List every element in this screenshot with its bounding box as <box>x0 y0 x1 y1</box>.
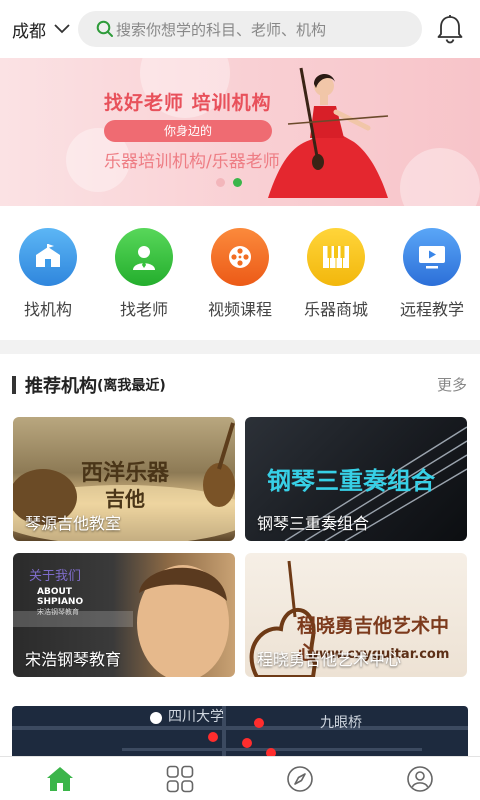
institution-card-guitar[interactable]: 西洋乐器 吉他 琴源吉他教室 <box>13 417 235 541</box>
piano-keys-icon <box>307 228 365 286</box>
banner-dot[interactable] <box>216 178 225 187</box>
promo-banner[interactable]: 找好老师 培训机构 你身边的 乐器培训机构/乐器老师 <box>0 58 480 206</box>
compass-icon <box>287 765 313 792</box>
tab-profile[interactable] <box>360 757 480 800</box>
category-remote-teaching[interactable]: 远程教学 <box>384 228 480 320</box>
banner-pill: 你身边的 <box>104 120 272 142</box>
profile-icon <box>407 765 433 792</box>
category-label: 找老师 <box>119 300 168 319</box>
bell-icon[interactable] <box>436 14 464 44</box>
map-pin-icon <box>150 712 162 724</box>
category-label: 找机构 <box>23 300 72 319</box>
institution-icon <box>19 228 77 286</box>
tab-home[interactable] <box>0 757 120 800</box>
card-art-text: SHPIANO <box>37 597 84 607</box>
section-heading: 推荐机构 (离我最近) <box>12 372 166 398</box>
banner-pagination[interactable] <box>216 178 242 187</box>
section-subtitle: (离我最近) <box>97 378 166 394</box>
category-video-course[interactable]: 视频课程 <box>192 228 288 320</box>
card-caption: 宋浩钢琴教育 <box>25 650 122 669</box>
institution-card-piano-edu[interactable]: 关于我们 ABOUT SHPIANO 宋浩钢琴教育 宋浩钢琴教育 <box>13 553 235 677</box>
map-marker[interactable] <box>266 748 276 756</box>
search-icon <box>96 20 113 37</box>
category-grid: 找机构 找老师 视频课程 乐器商城 远程教学 <box>0 206 480 340</box>
category-label: 乐器商城 <box>303 300 368 319</box>
banner-subtitle: 乐器培训机构/乐器老师 <box>104 152 280 172</box>
category-label: 远程教学 <box>399 300 464 319</box>
card-art-text: ABOUT <box>37 587 72 597</box>
erhu-performer-illustration <box>268 67 389 198</box>
institution-card-guitar-center[interactable]: 程晓勇吉他艺术中心 www.cxyguitar.com 程晓勇吉他艺术中心 <box>245 553 467 677</box>
card-art-text: 吉他 <box>105 487 145 511</box>
card-caption: 琴源吉他教室 <box>25 514 122 533</box>
more-link[interactable]: 更多 <box>437 374 467 395</box>
card-caption: 钢琴三重奏组合 <box>257 514 370 533</box>
institution-card-piano-trio[interactable]: 钢琴三重奏组合 钢琴三重奏组合 <box>245 417 467 541</box>
tab-discover[interactable] <box>240 757 360 800</box>
map-label: 九眼桥 <box>320 715 362 731</box>
card-art-text: 宋浩钢琴教育 <box>37 608 79 616</box>
banner-title: 找好老师 培训机构 <box>104 92 272 114</box>
map-marker[interactable] <box>242 738 252 748</box>
map-label: 四川大学 <box>168 709 224 725</box>
home-icon <box>47 766 73 791</box>
city-label: 成都 <box>12 21 46 42</box>
card-caption: 程晓勇吉他艺术中心 <box>257 650 402 669</box>
category-teacher[interactable]: 找老师 <box>96 228 192 320</box>
tab-categories[interactable] <box>120 757 240 800</box>
bottom-navigation <box>0 756 480 800</box>
chevron-down-icon <box>54 24 70 34</box>
card-art-text: 关于我们 <box>29 569 82 584</box>
map-marker[interactable] <box>208 732 218 742</box>
screen-play-icon <box>403 228 461 286</box>
video-reel-icon <box>211 228 269 286</box>
search-input[interactable]: 搜索你想学的科目、老师、机构 <box>78 11 422 47</box>
section-title: 推荐机构 <box>25 376 97 397</box>
grid-icon <box>166 765 194 792</box>
banner-dot-active[interactable] <box>233 178 242 187</box>
card-art-text: 钢琴三重奏组合 <box>267 467 435 495</box>
category-label: 视频课程 <box>207 300 272 319</box>
search-placeholder: 搜索你想学的科目、老师、机构 <box>116 20 327 39</box>
category-instrument-mall[interactable]: 乐器商城 <box>288 228 384 320</box>
teacher-icon <box>115 228 173 286</box>
nearby-map[interactable]: 四川大学 九眼桥 <box>12 706 468 756</box>
recommended-institutions-section: 推荐机构 (离我最近) 更多 西洋乐器 吉他 琴源吉他教室 钢琴三重奏组合 钢琴… <box>0 354 480 756</box>
city-selector[interactable]: 成都 <box>12 17 78 42</box>
top-bar: 成都 搜索你想学的科目、老师、机构 <box>0 0 480 58</box>
category-institution[interactable]: 找机构 <box>0 228 96 320</box>
map-marker[interactable] <box>254 718 264 728</box>
